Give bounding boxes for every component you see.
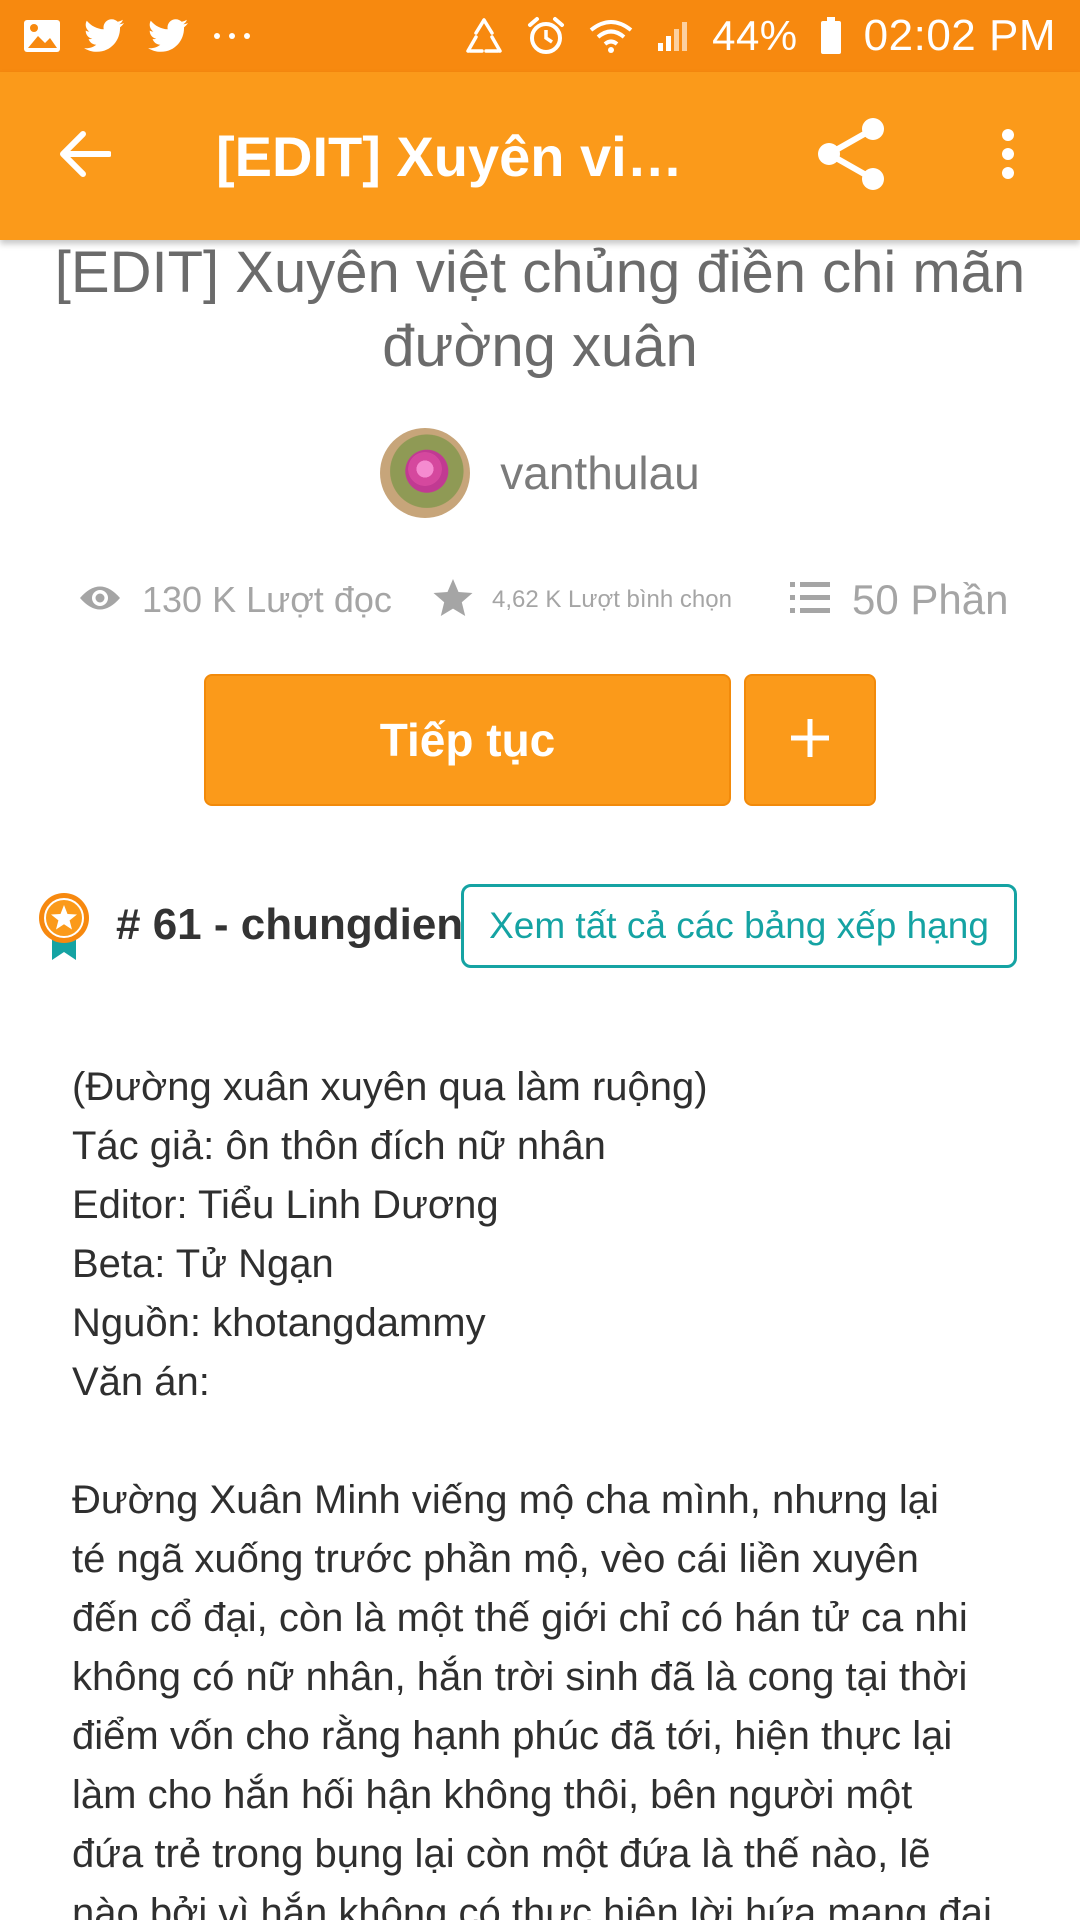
description-line: Beta: Tử Ngạn bbox=[72, 1242, 334, 1286]
author-name[interactable]: vanthulau bbox=[500, 446, 700, 500]
description-line: Nguồn: khotangdammy bbox=[72, 1301, 486, 1345]
signal-icon bbox=[656, 19, 690, 53]
reads-count: 130 K Lượt đọc bbox=[142, 579, 392, 620]
synopsis-line: không có nữ nhân, hắn trời sinh đã là co… bbox=[72, 1655, 968, 1699]
stats-row: 130 K Lượt đọc 4,62 K Lượt bình chọn 50 … bbox=[0, 570, 1080, 630]
status-bar: 44% 02:02 PM bbox=[0, 0, 1080, 72]
synopsis-line: nào bởi vì hắn không có thực hiện lời hứ… bbox=[72, 1891, 992, 1920]
synopsis-line: Đường Xuân Minh viếng mộ cha mình, nhưng… bbox=[72, 1478, 939, 1522]
share-icon bbox=[815, 117, 889, 196]
twitter-icon bbox=[148, 18, 190, 54]
votes-stat: 4,62 K Lượt bình chọn bbox=[432, 578, 732, 623]
app-bar-title: [EDIT] Xuyên việt… bbox=[216, 124, 710, 188]
synopsis-line: làm cho hắn hối hận không thôi, bên ngườ… bbox=[72, 1773, 913, 1817]
description-line: Văn án: bbox=[72, 1360, 210, 1404]
list-icon bbox=[790, 580, 830, 621]
synopsis-line: té ngã xuống trước phần mộ, vèo cái liền… bbox=[72, 1537, 919, 1581]
description-info: (Đường xuân xuyên qua làm ruộng) Tác giả… bbox=[72, 1058, 1032, 1412]
author-avatar[interactable] bbox=[380, 428, 471, 518]
view-all-rankings-button[interactable]: Xem tất cả các bảng xếp hạng bbox=[461, 884, 1017, 968]
back-button[interactable] bbox=[0, 72, 170, 240]
add-to-library-button[interactable] bbox=[744, 674, 876, 806]
synopsis-line: đến cổ đại, còn là một thế giới chỉ có h… bbox=[72, 1596, 968, 1640]
more-dots-icon bbox=[212, 31, 252, 41]
recycle-icon bbox=[464, 17, 504, 55]
reads-stat: 130 K Lượt đọc bbox=[78, 579, 392, 621]
ranking-badge-icon bbox=[36, 892, 92, 962]
votes-count: 4,62 K Lượt bình chọn bbox=[492, 586, 732, 613]
parts-stat: 50 Phần bbox=[790, 576, 1008, 624]
gallery-icon bbox=[22, 18, 62, 54]
story-title: [EDIT] Xuyên việt chủng điền chi mãn đườ… bbox=[54, 240, 1026, 379]
wifi-icon bbox=[588, 18, 634, 54]
synopsis: Đường Xuân Minh viếng mộ cha mình, nhưng… bbox=[72, 1471, 1032, 1920]
status-right: 44% 02:02 PM bbox=[464, 11, 1056, 61]
author-row[interactable]: vanthulau bbox=[0, 428, 1080, 518]
description-line: Tác giả: ôn thôn đích nữ nhân bbox=[72, 1124, 606, 1168]
more-vert-icon bbox=[1000, 128, 1016, 185]
share-button[interactable] bbox=[800, 72, 904, 240]
battery-percent: 44% bbox=[712, 12, 798, 59]
synopsis-line: đứa trẻ trong bụng lại còn một đứa là th… bbox=[72, 1832, 931, 1876]
more-options-button[interactable] bbox=[962, 72, 1054, 240]
alarm-icon bbox=[526, 16, 566, 56]
continue-reading-button[interactable]: Tiếp tục bbox=[204, 674, 731, 806]
ranking-row: # 61 - chungdien Xem tất cả các bảng xếp… bbox=[0, 884, 1080, 968]
clock: 02:02 PM bbox=[863, 11, 1056, 60]
arrow-left-icon bbox=[59, 130, 112, 183]
description-line: (Đường xuân xuyên qua làm ruộng) bbox=[72, 1065, 708, 1109]
app-bar: [EDIT] Xuyên việt… bbox=[0, 72, 1080, 240]
battery-icon bbox=[820, 17, 842, 55]
star-icon bbox=[432, 578, 474, 623]
twitter-icon bbox=[84, 18, 126, 54]
synopsis-line: điểm vốn cho rằng hạnh phúc đã tới, hiện… bbox=[72, 1714, 953, 1758]
eye-icon bbox=[78, 583, 122, 618]
parts-count: 50 Phần bbox=[852, 576, 1009, 623]
plus-icon bbox=[788, 716, 832, 765]
description-line: Editor: Tiểu Linh Dương bbox=[72, 1183, 499, 1227]
story-description: (Đường xuân xuyên qua làm ruộng) Tác giả… bbox=[72, 1058, 1032, 1920]
ranking-text: # 61 - chungdien bbox=[116, 900, 464, 949]
status-left bbox=[22, 18, 252, 54]
